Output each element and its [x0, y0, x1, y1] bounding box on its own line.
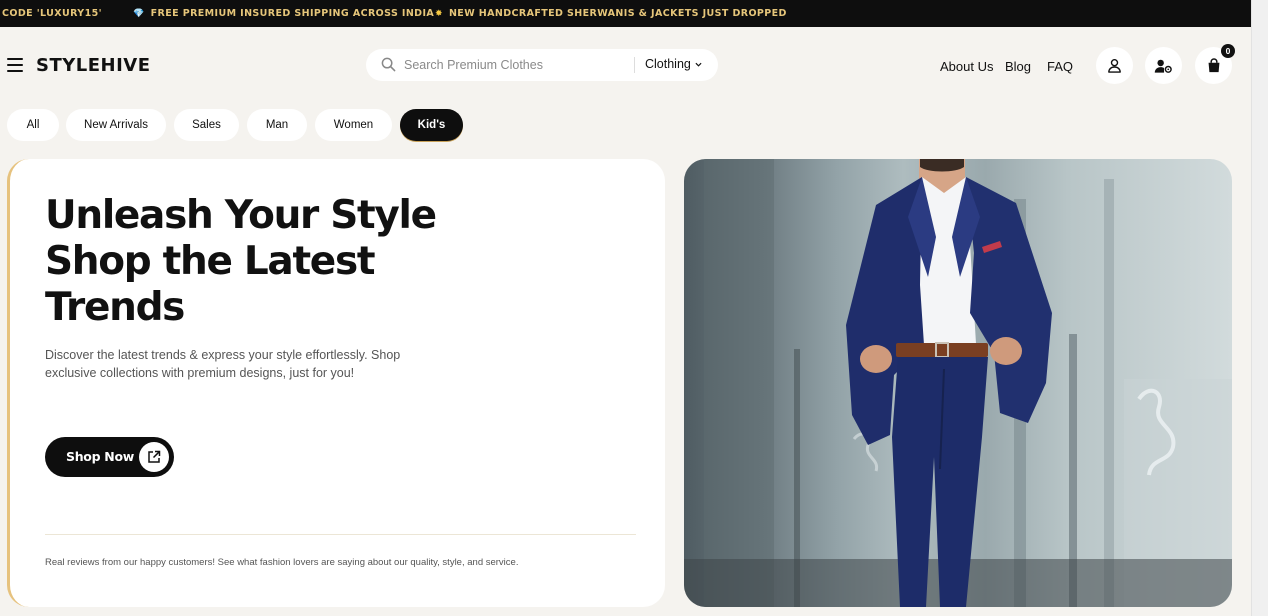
hero-description: Discover the latest trends & express you…	[45, 348, 401, 380]
nav-faq[interactable]: FAQ	[1047, 59, 1073, 74]
nav-blog[interactable]: Blog	[1005, 59, 1031, 74]
announcement-item: 💎 FREE PREMIUM INSURED SHIPPING ACROSS I…	[133, 8, 434, 19]
shop-now-button[interactable]: Shop Now	[45, 437, 174, 477]
external-link-icon	[139, 442, 169, 472]
sparkle-icon: ✸	[435, 8, 443, 19]
page-scrollbar[interactable]	[1251, 0, 1268, 616]
shop-now-label: Shop Now	[66, 449, 134, 464]
user-icon	[1108, 58, 1121, 73]
user-settings-icon	[1154, 59, 1172, 73]
shopping-bag-icon	[1208, 58, 1219, 73]
category-pill-women[interactable]: Women	[315, 109, 392, 141]
brand-logo[interactable]: STYLEHIVE	[36, 55, 151, 76]
category-pill-new-arrivals[interactable]: New Arrivals	[66, 109, 166, 141]
hero-model-image	[684, 159, 1232, 607]
nav-about-us[interactable]: About Us	[940, 59, 993, 74]
search-input[interactable]	[404, 55, 624, 75]
announcement-text: FREE PREMIUM INSURED SHIPPING ACROSS IND…	[150, 8, 435, 19]
category-pill-man[interactable]: Man	[247, 109, 307, 141]
cart-count-badge: 0	[1221, 44, 1235, 58]
hamburger-menu-icon[interactable]	[7, 58, 23, 72]
user-settings-button[interactable]	[1145, 47, 1182, 84]
hero-card: Unleash Your Style Shop the Latest Trend…	[7, 159, 665, 607]
category-pill-all[interactable]: All	[7, 109, 59, 141]
hero-title: Unleash Your Style Shop the Latest Trend…	[45, 193, 465, 331]
chevron-down-icon	[695, 62, 702, 67]
model-illustration	[684, 159, 1232, 607]
hero-title-line: Unleash Your Style	[45, 193, 437, 238]
hero-title-line: Trends	[45, 285, 185, 330]
hero-title-line: Shop the Latest	[45, 239, 376, 284]
diamond-icon: 💎	[133, 8, 145, 19]
search-bar: Clothing	[366, 49, 718, 81]
category-pill-kids[interactable]: Kid's	[400, 109, 463, 141]
reviews-text: Real reviews from our happy customers! S…	[45, 557, 519, 568]
category-select[interactable]: Clothing	[645, 57, 702, 71]
announcement-item: CODE 'LUXURY15'	[2, 8, 102, 19]
search-divider	[634, 57, 635, 73]
announcement-text: CODE 'LUXURY15'	[2, 8, 102, 19]
hero-divider	[45, 534, 636, 535]
category-select-label: Clothing	[645, 57, 691, 71]
account-button[interactable]	[1096, 47, 1133, 84]
search-icon[interactable]	[381, 57, 396, 72]
announcement-bar: CODE 'LUXURY15' 💎 FREE PREMIUM INSURED S…	[0, 0, 1251, 27]
category-pill-sales[interactable]: Sales	[174, 109, 239, 141]
announcement-item: ✸ NEW HANDCRAFTED SHERWANIS & JACKETS JU…	[435, 8, 787, 19]
announcement-text: NEW HANDCRAFTED SHERWANIS & JACKETS JUST…	[448, 8, 787, 19]
